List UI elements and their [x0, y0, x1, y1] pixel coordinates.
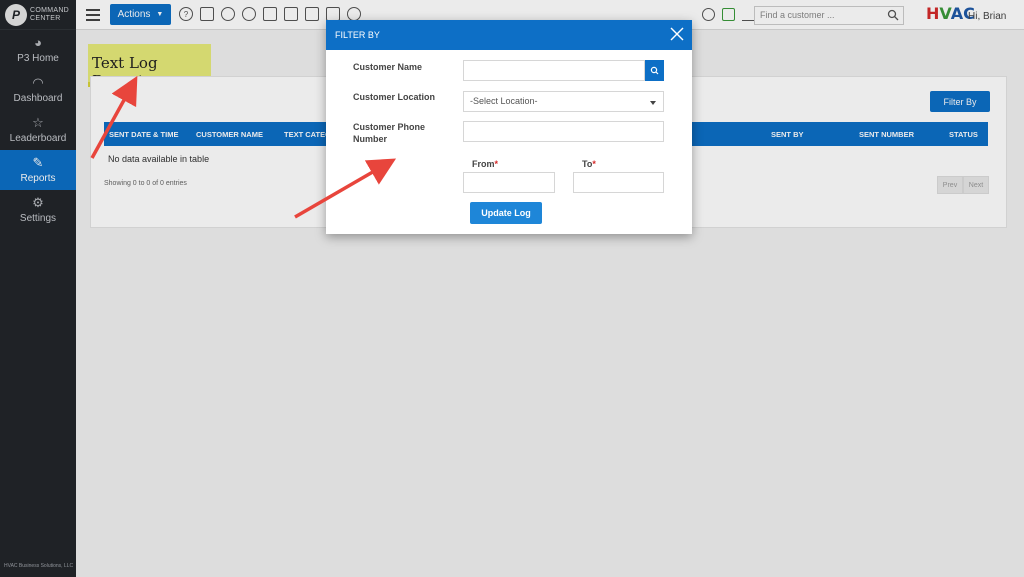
- update-log-button[interactable]: Update Log: [470, 202, 542, 224]
- customer-location-label: Customer Location: [353, 92, 436, 102]
- modal-header: FILTER BY: [326, 20, 692, 50]
- to-date-label: To*: [582, 159, 596, 169]
- chevron-down-icon: [650, 101, 656, 105]
- customer-name-input[interactable]: [463, 60, 645, 81]
- close-icon[interactable]: [670, 27, 684, 41]
- customer-name-label: Customer Name: [353, 62, 423, 72]
- customer-phone-input[interactable]: [463, 121, 664, 142]
- customer-phone-label: Customer Phone Number: [353, 122, 426, 144]
- customer-search-button[interactable]: [645, 60, 664, 81]
- modal-title: FILTER BY: [335, 30, 380, 40]
- from-date-input[interactable]: [463, 172, 555, 193]
- from-date-label: From*: [472, 159, 499, 169]
- customer-location-select[interactable]: -Select Location-: [463, 91, 664, 112]
- search-icon: [650, 66, 659, 75]
- to-date-input[interactable]: [573, 172, 664, 193]
